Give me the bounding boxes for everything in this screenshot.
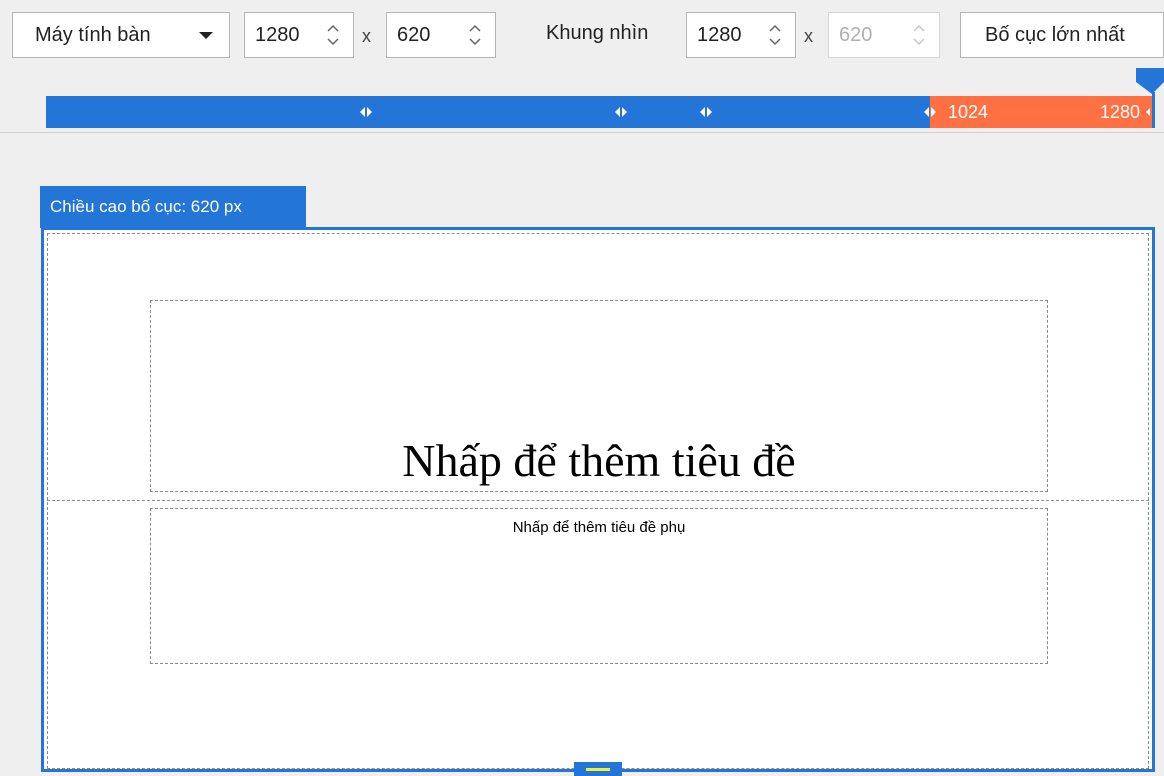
spinner-arrows-icon[interactable] <box>323 22 343 48</box>
subtitle-placeholder-text: Nhấp để thêm tiêu đề phụ <box>512 519 686 536</box>
breakpoint-range-default[interactable] <box>46 96 930 128</box>
layout-height-tab-label: Chiều cao bố cục: 620 px <box>50 197 242 216</box>
layout-width-value: 1280 <box>255 23 300 46</box>
title-placeholder-text: Nhấp để thêm tiêu đề <box>402 435 796 486</box>
device-dropdown[interactable]: Máy tính bàn <box>12 12 230 58</box>
resize-grip-bar <box>586 768 610 771</box>
breakpoint-handle-icon[interactable] <box>359 106 373 118</box>
viewport-height-spinner: 620 <box>828 12 940 58</box>
breakpoint-pointer-icon[interactable] <box>1134 68 1164 128</box>
spinner-arrows-icon[interactable] <box>765 22 785 48</box>
breakpoint-handle-icon[interactable] <box>923 106 937 118</box>
toolbar: Máy tính bàn 1280 x 620 Khung nhìn 1280 … <box>0 0 1164 64</box>
breakpoint-range-active[interactable]: 1024 1280 <box>930 96 1154 128</box>
layout-height-tab: Chiều cao bố cục: 620 px <box>40 186 306 228</box>
spinner-arrows-icon <box>909 22 929 48</box>
device-dropdown-label: Máy tính bàn <box>35 23 151 46</box>
largest-layout-label: Bố cục lớn nhất <box>985 23 1125 46</box>
title-placeholder[interactable]: Nhấp để thêm tiêu đề <box>150 300 1048 492</box>
center-guide-line <box>47 500 1149 501</box>
range-low-label: 1024 <box>948 102 989 122</box>
layout-height-spinner[interactable]: 620 <box>386 12 496 58</box>
breakpoint-handle-icon[interactable] <box>614 106 628 118</box>
layout-editor: Máy tính bàn 1280 x 620 Khung nhìn 1280 … <box>0 0 1164 776</box>
viewport-width-spinner[interactable]: 1280 <box>686 12 796 58</box>
subtitle-placeholder[interactable]: Nhấp để thêm tiêu đề phụ <box>150 508 1048 664</box>
layout-height-value: 620 <box>397 23 431 46</box>
layout-width-spinner[interactable]: 1280 <box>244 12 354 58</box>
breakpoint-handle-icon[interactable] <box>699 106 713 118</box>
size-separator: x <box>362 26 371 46</box>
spinner-arrows-icon[interactable] <box>465 22 485 48</box>
viewport-height-value: 620 <box>839 23 873 46</box>
viewport-label: Khung nhìn <box>546 22 649 44</box>
breakpoint-ruler[interactable]: 1024 1280 <box>46 96 1154 128</box>
viewport-width-value: 1280 <box>697 23 742 46</box>
largest-layout-button[interactable]: Bố cục lớn nhất <box>960 12 1164 58</box>
chevron-down-icon <box>199 31 213 39</box>
toolbar-divider <box>0 132 1164 133</box>
viewport-size-separator: x <box>804 26 813 46</box>
resize-grip-icon[interactable] <box>574 762 622 776</box>
